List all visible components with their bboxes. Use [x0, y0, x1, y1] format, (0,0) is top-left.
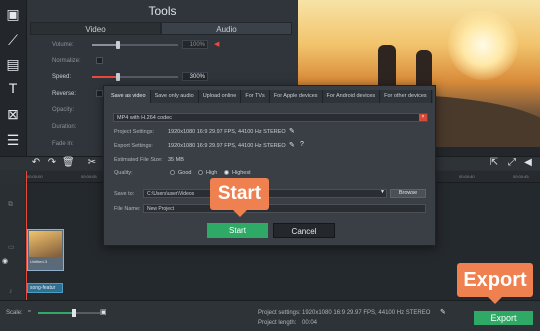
- volume-slider[interactable]: [92, 41, 178, 49]
- export-callout: Export: [457, 263, 533, 304]
- track-headers: ⧉ ▭ ◉ ♪: [0, 183, 25, 300]
- tools-tabs: Video Audio: [30, 22, 292, 35]
- speed-value[interactable]: 300%: [182, 72, 208, 81]
- ruler-tick: 00:00:05: [81, 174, 97, 179]
- music-track-icon: ♪: [9, 288, 13, 295]
- magic-wand-icon[interactable]: ⟋: [3, 30, 23, 50]
- titles-icon[interactable]: T: [3, 78, 23, 98]
- project-settings-dialog-value: 1920x1080 16:9 29.97 FPS, 44100 Hz STERE…: [168, 129, 286, 135]
- audio-clip[interactable]: song-featur: [27, 283, 63, 293]
- save-to-label: Save to:: [114, 191, 135, 197]
- start-button[interactable]: Start: [207, 223, 268, 238]
- scale-label: Scale:: [6, 310, 23, 316]
- edit-project-settings-icon[interactable]: ✎: [289, 127, 295, 135]
- help-icon[interactable]: ?: [300, 141, 304, 148]
- project-length-value: 00:04: [302, 320, 318, 326]
- tab-save-as-video[interactable]: Save as video: [107, 90, 151, 103]
- volume-icon[interactable]: ◀: [522, 157, 534, 169]
- quality-label: Quality:: [114, 170, 133, 176]
- zoom-in-icon[interactable]: ▣: [100, 308, 107, 316]
- tab-video[interactable]: Video: [30, 22, 161, 35]
- volume-label: Volume:: [52, 42, 74, 48]
- speaker-icon[interactable]: ◀: [214, 40, 219, 48]
- transitions-icon[interactable]: ⊠: [3, 104, 23, 124]
- tab-for-other-devices[interactable]: For other devices: [380, 90, 432, 103]
- edit-export-settings-icon[interactable]: ✎: [289, 141, 295, 149]
- ruler-tick: 00:00:00: [27, 174, 43, 179]
- normalize-label: Normalize:: [52, 58, 81, 64]
- quality-good-radio[interactable]: [170, 170, 175, 175]
- clip-thumbnail: [29, 231, 62, 257]
- redo-icon[interactable]: ↷: [46, 157, 58, 169]
- export-dialog-tabs: Save as video Save only audio Upload onl…: [107, 90, 433, 103]
- tool-strip: ▣ ⟋ ▤ T ⊠ ☰: [0, 0, 27, 160]
- duration-label: Duration:: [52, 124, 77, 130]
- more-tools-icon[interactable]: ☰: [3, 130, 23, 150]
- delete-icon[interactable]: 🗑: [62, 157, 75, 169]
- export-button[interactable]: Export: [474, 311, 533, 325]
- format-select[interactable]: MP4 with H.264 codec: [113, 113, 428, 122]
- video-clip[interactable]: Untitled-3: [27, 229, 64, 271]
- edit-settings-icon[interactable]: ✎: [440, 308, 446, 316]
- cut-icon[interactable]: ✂: [86, 157, 98, 169]
- speed-label: Speed:: [52, 74, 72, 80]
- file-size-label: Estimated File Size:: [114, 157, 163, 163]
- volume-value[interactable]: 100%: [182, 40, 208, 49]
- volume-slider-fill: [92, 44, 118, 46]
- ruler-tick: 00:00:40: [459, 174, 475, 179]
- filters-icon[interactable]: ▤: [3, 54, 23, 74]
- tab-upload-online[interactable]: Upload online: [199, 90, 242, 103]
- quality-high-label: High: [206, 170, 218, 176]
- playhead[interactable]: [26, 171, 27, 300]
- fade-in-label: Fade in:: [52, 141, 74, 147]
- eye-icon[interactable]: ◉: [2, 257, 8, 265]
- import-icon[interactable]: ▣: [3, 4, 23, 24]
- preview-sun: [448, 10, 518, 80]
- project-settings-label: Project settings:: [258, 310, 301, 316]
- tab-for-android-devices[interactable]: For Android devices: [323, 90, 381, 103]
- video-clip-name: Untitled-3: [30, 259, 48, 264]
- file-name-field[interactable]: New Project: [143, 204, 426, 213]
- speed-slider-fill: [92, 76, 118, 78]
- video-track-icon: ▭: [8, 244, 15, 251]
- project-settings-dialog-label: Project Settings:: [114, 129, 155, 135]
- clear-format-icon[interactable]: ×: [419, 114, 427, 121]
- project-settings-value: 1920x1080 16:9 29.97 FPS, 44100 Hz STERE…: [302, 310, 431, 316]
- export-settings-label: Export Settings:: [114, 143, 153, 149]
- export-dialog: [103, 85, 436, 246]
- quality-highest-label: Highest: [232, 170, 251, 176]
- tab-save-only-audio[interactable]: Save only audio: [151, 90, 199, 103]
- save-to-dropdown-icon[interactable]: ▼: [380, 189, 385, 195]
- speed-slider-knob[interactable]: [116, 73, 120, 81]
- undo-icon[interactable]: ↶: [30, 157, 42, 169]
- reverse-label: Reverse:: [52, 91, 77, 97]
- quality-highest-radio[interactable]: [224, 170, 229, 175]
- link-icon[interactable]: ⧉: [8, 201, 13, 209]
- tools-panel-title: Tools: [148, 4, 177, 18]
- file-size-value: 35 MB: [168, 157, 184, 163]
- normalize-checkbox[interactable]: [96, 57, 103, 64]
- export-settings-value: 1920x1080 16:9 29.97 FPS, 44100 Hz STERE…: [168, 143, 286, 149]
- start-callout: Start: [210, 178, 269, 217]
- browse-button[interactable]: Browse: [390, 189, 426, 198]
- tab-for-apple-devices[interactable]: For Apple devices: [270, 90, 323, 103]
- tab-audio[interactable]: Audio: [161, 22, 292, 35]
- popout-icon[interactable]: ⇱: [488, 157, 500, 169]
- fullscreen-icon[interactable]: ⤢: [506, 157, 518, 169]
- cancel-button[interactable]: Cancel: [273, 223, 335, 238]
- quality-good-label: Good: [178, 170, 192, 176]
- zoom-out-icon[interactable]: ▫: [28, 308, 30, 315]
- speed-slider[interactable]: [92, 73, 178, 81]
- opacity-label: Opacity:: [52, 107, 75, 113]
- file-name-label: File Name:: [114, 206, 141, 212]
- scale-slider[interactable]: [38, 309, 100, 317]
- project-length-label: Project length:: [258, 320, 297, 326]
- tab-for-tvs[interactable]: For TVs: [241, 90, 270, 103]
- ruler-tick: 00:00:45: [513, 174, 529, 179]
- volume-slider-knob[interactable]: [116, 41, 120, 49]
- reverse-checkbox[interactable]: [96, 90, 103, 97]
- scale-slider-fill: [38, 312, 74, 314]
- quality-high-radio[interactable]: [198, 170, 203, 175]
- scale-slider-knob[interactable]: [72, 309, 76, 317]
